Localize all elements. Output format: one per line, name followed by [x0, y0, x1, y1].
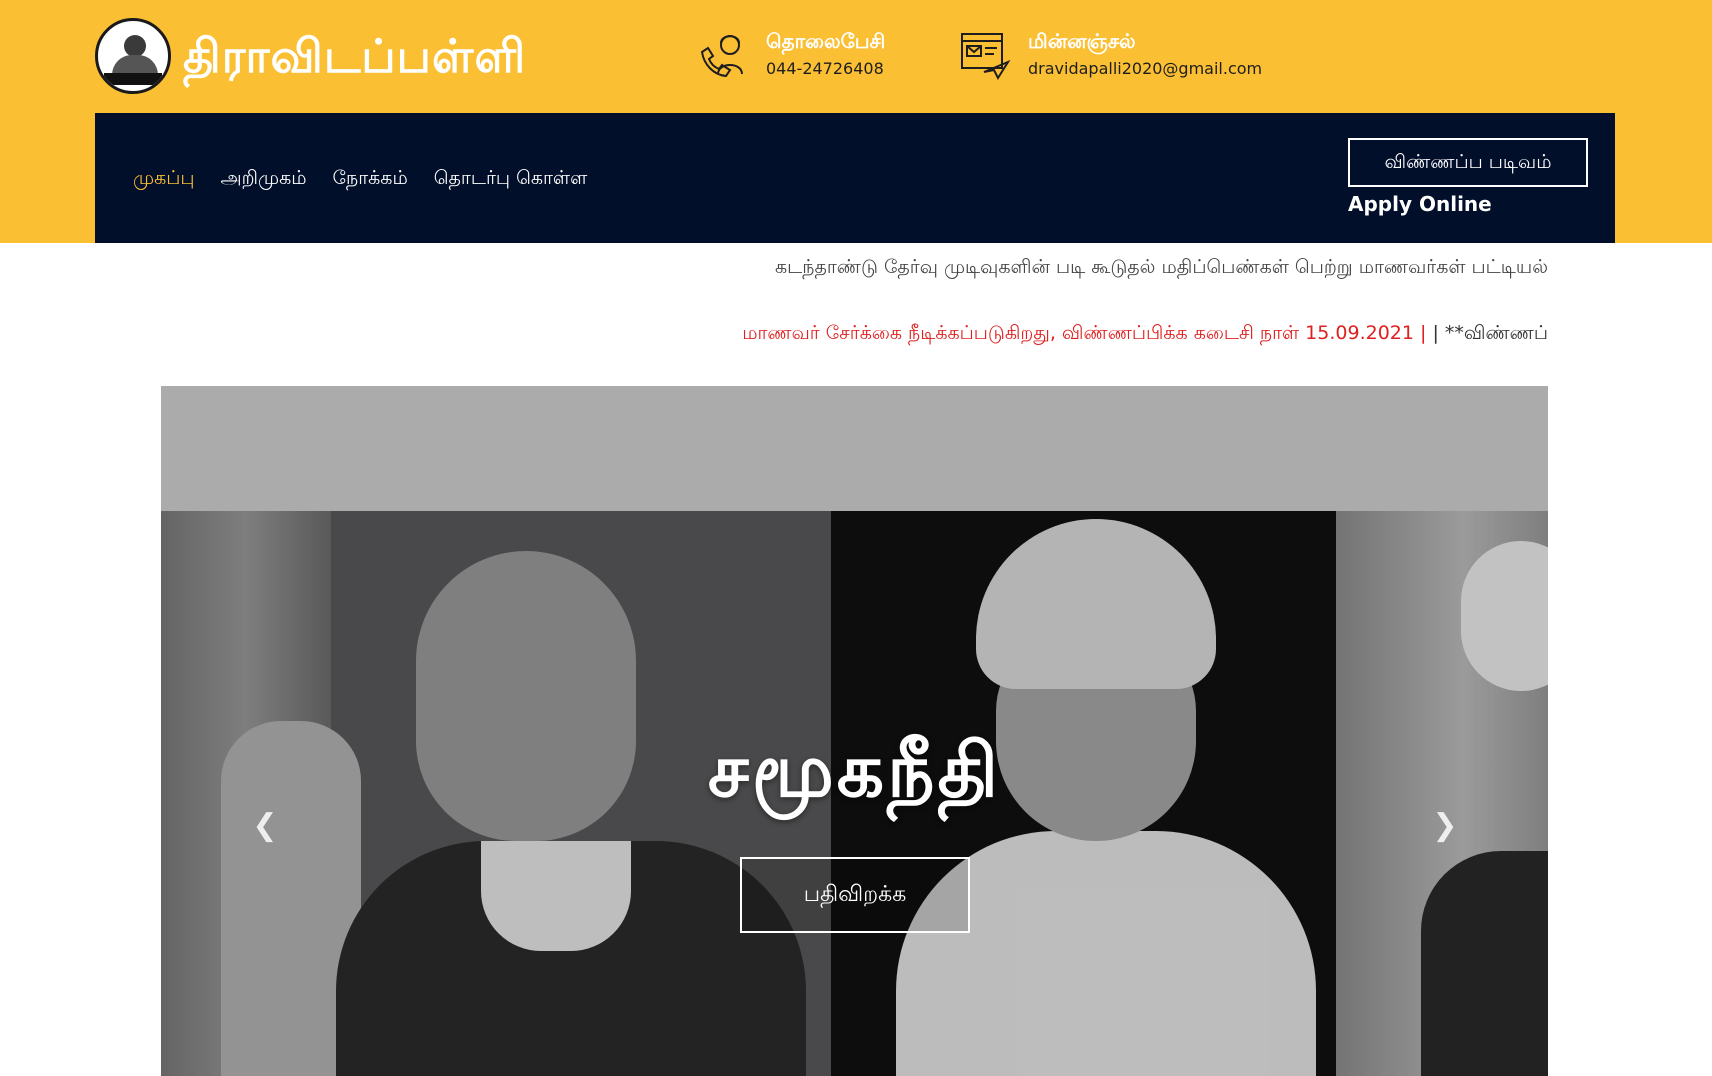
- site-title[interactable]: திராவிடப்பள்ளி: [183, 21, 526, 91]
- apply-online-label[interactable]: Apply Online: [1348, 191, 1492, 217]
- nav-item-contact[interactable]: தொடர்பு கொள்ள: [434, 165, 587, 191]
- ticker-admission[interactable]: மாணவர் சேர்க்கை நீடிக்கப்படுகிறது, விண்ண…: [160, 319, 1548, 347]
- email-address[interactable]: dravidapalli2020@gmail.com: [1028, 58, 1262, 80]
- main-navbar: முகப்பு அறிமுகம் நோக்கம் தொடர்பு கொள்ள வ…: [95, 113, 1615, 243]
- hero-carousel[interactable]: சமூகநீதி பதிவிறக்க ❮ ❯: [161, 386, 1548, 1076]
- phone-number[interactable]: 044-24726408: [766, 58, 885, 80]
- phone-title: தொலைபேசி: [766, 29, 886, 53]
- ticker-results-text: கடந்தாண்டு தேர்வு முடிவுகளின் படி கூடுதல…: [775, 256, 1548, 278]
- brand[interactable]: திராவிடப்பள்ளி: [95, 18, 526, 94]
- nav-item-objective[interactable]: நோக்கம்: [333, 165, 408, 191]
- site-logo[interactable]: [95, 18, 171, 94]
- ticker-results[interactable]: கடந்தாண்டு தேர்வு முடிவுகளின் படி கூடுதல…: [160, 253, 1548, 281]
- nav-item-home[interactable]: முகப்பு: [133, 165, 195, 191]
- nav-item-about[interactable]: அறிமுகம்: [221, 165, 307, 191]
- phone-contact: தொலைபேசி 044-24726408: [696, 28, 885, 82]
- logo-portrait-head: [124, 35, 146, 57]
- nav-menu: முகப்பு அறிமுகம் நோக்கம் தொடர்பு கொள்ள: [133, 165, 587, 191]
- chevron-left-icon[interactable]: ❮: [245, 806, 285, 846]
- email-send-icon: [961, 33, 1011, 81]
- download-button[interactable]: பதிவிறக்க: [740, 857, 970, 933]
- chevron-right-icon[interactable]: ❯: [1425, 806, 1465, 846]
- email-title: மின்னஞ்சல்: [1028, 29, 1136, 53]
- phone-support-icon: [700, 35, 743, 78]
- ticker-application-notice: | **விண்ணப்: [1426, 322, 1548, 344]
- application-form-button[interactable]: விண்ணப்ப படிவம்: [1348, 138, 1588, 187]
- logo-ribbon: [104, 73, 162, 85]
- email-contact: மின்னஞ்சல் dravidapalli2020@gmail.com: [958, 28, 1262, 82]
- slide-caption: சமூகநீதி: [707, 728, 1002, 814]
- ticker-admission-notice: மாணவர் சேர்க்கை நீடிக்கப்படுகிறது, விண்ண…: [742, 322, 1427, 344]
